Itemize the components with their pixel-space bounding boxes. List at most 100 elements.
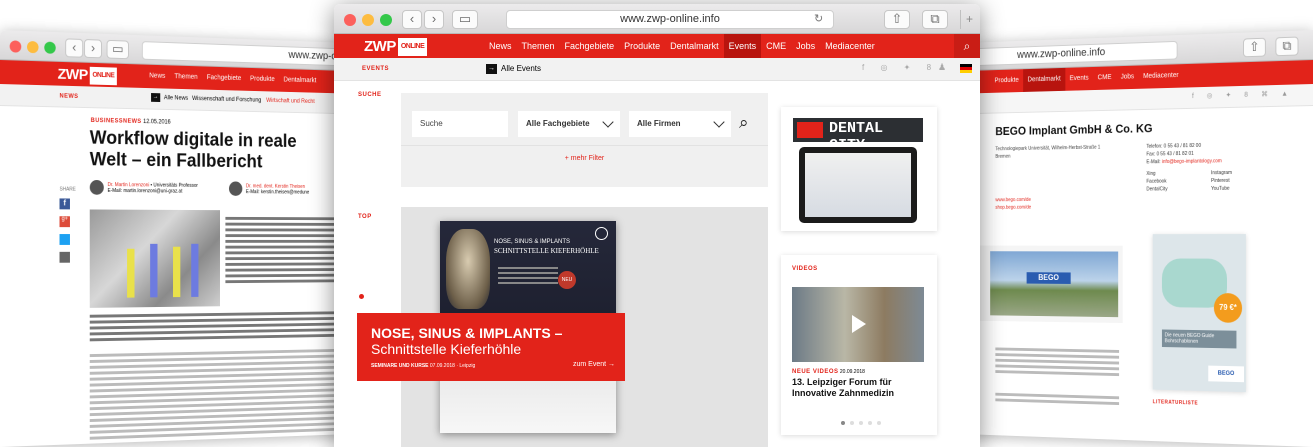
forward-icon[interactable]: › bbox=[424, 10, 444, 29]
share-label: SHARE bbox=[59, 186, 76, 193]
sidebar-icon[interactable]: ▭ bbox=[106, 39, 129, 60]
company-text-lines-2 bbox=[995, 392, 1120, 408]
author-mail[interactable]: E-Mail: kerstin.theisen@medune bbox=[246, 189, 309, 195]
carousel-dot[interactable] bbox=[359, 294, 364, 299]
tabs-icon[interactable]: ⧉ bbox=[922, 10, 948, 29]
videos-label: VIDEOS bbox=[792, 266, 818, 272]
firmen-select[interactable]: Alle Firmen bbox=[629, 111, 731, 137]
back-icon[interactable]: ‹ bbox=[65, 38, 84, 58]
all-events-link[interactable]: Alle Events bbox=[501, 64, 541, 73]
subnav-item[interactable]: Wissenschaft und Forschung bbox=[192, 96, 261, 104]
forward-icon[interactable]: › bbox=[84, 39, 102, 59]
implant-shape bbox=[150, 243, 158, 298]
search-input[interactable]: Suche bbox=[412, 111, 508, 137]
phone-label: Telefon: bbox=[1146, 143, 1163, 150]
reload-icon[interactable]: ↻ bbox=[814, 12, 823, 25]
carousel-dot[interactable] bbox=[859, 421, 863, 425]
nav-item-cme[interactable]: CME bbox=[761, 34, 791, 58]
nav-item[interactable]: News bbox=[145, 65, 170, 89]
article-body-lines bbox=[89, 348, 350, 443]
nav-item[interactable]: Mediacenter bbox=[1139, 64, 1184, 89]
zoom-window-icon[interactable] bbox=[44, 41, 56, 54]
nav-item[interactable]: Produkte bbox=[990, 69, 1023, 93]
back-icon[interactable]: ‹ bbox=[402, 10, 422, 29]
company-address: Technologiepark Universität, Wilhelm-Her… bbox=[995, 144, 1100, 161]
nav-item-jobs[interactable]: Jobs bbox=[791, 34, 820, 58]
author-mail[interactable]: E-Mail: martin.lorenzoni@uni-graz.at bbox=[108, 188, 183, 194]
dentalcity-link[interactable]: DentalCity bbox=[1146, 185, 1211, 193]
tabs-icon[interactable]: ⧉ bbox=[1275, 36, 1299, 57]
nav-item[interactable]: Themen bbox=[170, 65, 202, 89]
zwp-logo[interactable]: ZWP ONLINE bbox=[364, 38, 428, 56]
subnav-item[interactable]: Wirtschaft und Recht bbox=[266, 98, 315, 105]
nav-item-dentalmarkt[interactable]: Dentalmarkt bbox=[665, 34, 724, 58]
tablet-image bbox=[799, 147, 917, 223]
window-controls bbox=[9, 40, 56, 54]
nav-item[interactable]: Fachgebiete bbox=[202, 66, 245, 90]
zwp-logo[interactable]: ZWP ONLINE bbox=[58, 66, 118, 86]
carousel-dot[interactable] bbox=[850, 421, 854, 425]
twitter-icon[interactable] bbox=[59, 234, 70, 245]
social-icons-row[interactable]: f ◎ ✦ 8 bbox=[862, 63, 938, 72]
company-contact: Telefon: 0 55 43 / 81 82 00 Fax: 0 55 43… bbox=[1146, 142, 1221, 167]
select-value: Alle Fachgebiete bbox=[526, 119, 590, 128]
email-label: E-Mail: bbox=[1146, 159, 1161, 166]
to-event-link[interactable]: zum Event → bbox=[573, 361, 615, 368]
carousel-dot[interactable] bbox=[868, 421, 872, 425]
literature-label[interactable]: LITERATURLISTE bbox=[1153, 399, 1198, 406]
kicker-text: BUSINESSNEWS bbox=[90, 117, 142, 125]
new-tab-icon[interactable]: + bbox=[960, 10, 978, 29]
nav-item-events[interactable]: Events bbox=[723, 34, 762, 58]
implant-shape bbox=[127, 248, 135, 298]
nav-item-mediacenter[interactable]: Mediacenter bbox=[820, 34, 880, 58]
nav-item[interactable]: CME bbox=[1093, 66, 1116, 90]
share-icon[interactable]: ⇧ bbox=[1243, 37, 1266, 58]
top-event-card[interactable]: NOSE, SINUS & IMPLANTS – Schnittstelle K… bbox=[357, 313, 625, 381]
nav-item[interactable]: Produkte bbox=[246, 68, 280, 92]
bego-ad[interactable]: 79 €* Die neuen BEGO Guide Bohrschablone… bbox=[1152, 234, 1246, 393]
subnav-item[interactable]: Alle News bbox=[164, 95, 188, 101]
zoom-window-icon[interactable] bbox=[380, 14, 392, 26]
close-window-icon[interactable] bbox=[9, 40, 22, 53]
carousel-dot[interactable] bbox=[877, 421, 881, 425]
fachgebiete-select[interactable]: Alle Fachgebiete bbox=[518, 111, 620, 137]
share-icon[interactable]: ⇧ bbox=[884, 10, 910, 29]
more-filter-link[interactable]: + mehr Filter bbox=[401, 155, 768, 162]
minimize-window-icon[interactable] bbox=[362, 14, 374, 26]
section-label: NEWS bbox=[59, 93, 79, 100]
search-icon[interactable]: ⌕ bbox=[954, 34, 980, 58]
bego-logo: BEGO bbox=[1208, 365, 1244, 383]
nav-item-produkte[interactable]: Produkte bbox=[619, 34, 665, 58]
german-flag-icon[interactable] bbox=[960, 64, 972, 73]
carousel-dot[interactable] bbox=[841, 421, 845, 425]
email-value[interactable]: info@bego-implantology.com bbox=[1162, 158, 1222, 165]
nav-item[interactable]: Events bbox=[1065, 67, 1093, 91]
nav-item[interactable]: Dentalmarkt bbox=[1023, 67, 1066, 92]
play-icon[interactable] bbox=[852, 315, 866, 333]
video-title[interactable]: 13. Leipziger Forum für Innovative Zahnm… bbox=[792, 377, 928, 399]
user-icon[interactable]: ♟ bbox=[938, 62, 946, 73]
center-url-bar[interactable]: www.zwp-online.info bbox=[506, 10, 834, 29]
minimize-window-icon[interactable] bbox=[27, 40, 39, 54]
dental-city-logo-icon bbox=[797, 122, 823, 138]
implant-shape bbox=[173, 246, 181, 298]
google-plus-icon[interactable]: g+ bbox=[59, 216, 70, 228]
nav-item-news[interactable]: News bbox=[484, 34, 517, 58]
youtube-link[interactable]: YouTube bbox=[1211, 184, 1277, 192]
close-window-icon[interactable] bbox=[344, 14, 356, 26]
video-thumbnail[interactable] bbox=[792, 287, 924, 362]
search-icon[interactable]: ⌕ bbox=[739, 113, 749, 133]
nav-item[interactable]: Dentalmarkt bbox=[279, 69, 321, 93]
video-date: 20.09.2018 bbox=[839, 369, 865, 375]
dental-city-ad[interactable]: DENTAL CITY bbox=[781, 107, 937, 231]
nav-item[interactable]: Jobs bbox=[1116, 66, 1138, 90]
right-url-bar[interactable]: www.zwp-online.info bbox=[972, 40, 1178, 67]
sidebar-icon[interactable]: ▭ bbox=[452, 10, 478, 29]
shop-link[interactable]: shop.bego.com/de bbox=[995, 204, 1031, 212]
social-icons-row[interactable]: f ◎ ✦ 8 ⌘ ▲ bbox=[1192, 90, 1294, 101]
bego-sign: BEGO bbox=[1026, 272, 1071, 284]
nav-item-fachgebiete[interactable]: Fachgebiete bbox=[560, 34, 620, 58]
nav-item-themen[interactable]: Themen bbox=[517, 34, 560, 58]
facebook-icon[interactable]: f bbox=[59, 198, 70, 210]
email-share-icon[interactable] bbox=[59, 251, 70, 263]
